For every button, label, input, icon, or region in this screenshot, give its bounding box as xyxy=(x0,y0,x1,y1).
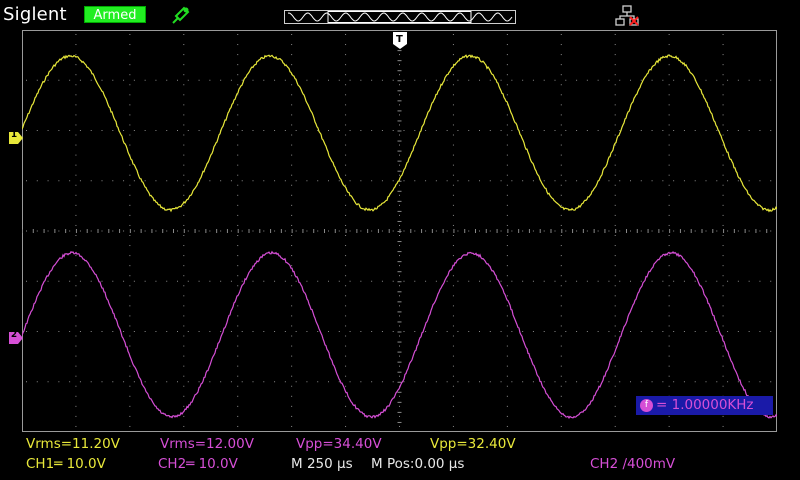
ch1-vrms: Vrms=11.20V xyxy=(26,436,120,452)
waveform-display-grid xyxy=(22,30,777,432)
memory-position-indicator: T xyxy=(284,10,516,24)
svg-text:T: T xyxy=(396,10,402,11)
svg-text:T: T xyxy=(396,34,403,45)
probe-icon xyxy=(172,6,190,24)
ch2-scale[interactable]: CH2═ 10.0V xyxy=(158,456,238,472)
frequency-counter: f = 1.00000KHz xyxy=(636,396,773,415)
frequency-value: = 1.00000KHz xyxy=(656,397,754,413)
channel-2-offset-marker[interactable]: 2 xyxy=(9,329,23,344)
ch2-vpp: Vpp=34.40V xyxy=(296,436,382,452)
ch1-scale[interactable]: CH1═ 10.0V xyxy=(26,456,106,472)
frequency-icon: f xyxy=(640,399,653,412)
trigger-marker-icon: T xyxy=(393,32,407,49)
trigger-setting[interactable]: CH2 ∕400mV xyxy=(590,456,675,472)
network-icon xyxy=(615,5,639,26)
top-status-bar: Siglent Armed T xyxy=(0,0,800,30)
channel-1-offset-marker[interactable]: 1 xyxy=(9,129,23,144)
ch1-vpp: Vpp=32.40V xyxy=(430,436,516,452)
horizontal-position[interactable]: M Pos:0.00 µs xyxy=(371,456,464,472)
brand-logo: Siglent xyxy=(3,4,67,25)
acquisition-status-badge: Armed xyxy=(84,6,146,23)
timebase-value[interactable]: M 250 µs xyxy=(291,456,353,472)
ch2-vrms: Vrms=12.00V xyxy=(160,436,254,452)
